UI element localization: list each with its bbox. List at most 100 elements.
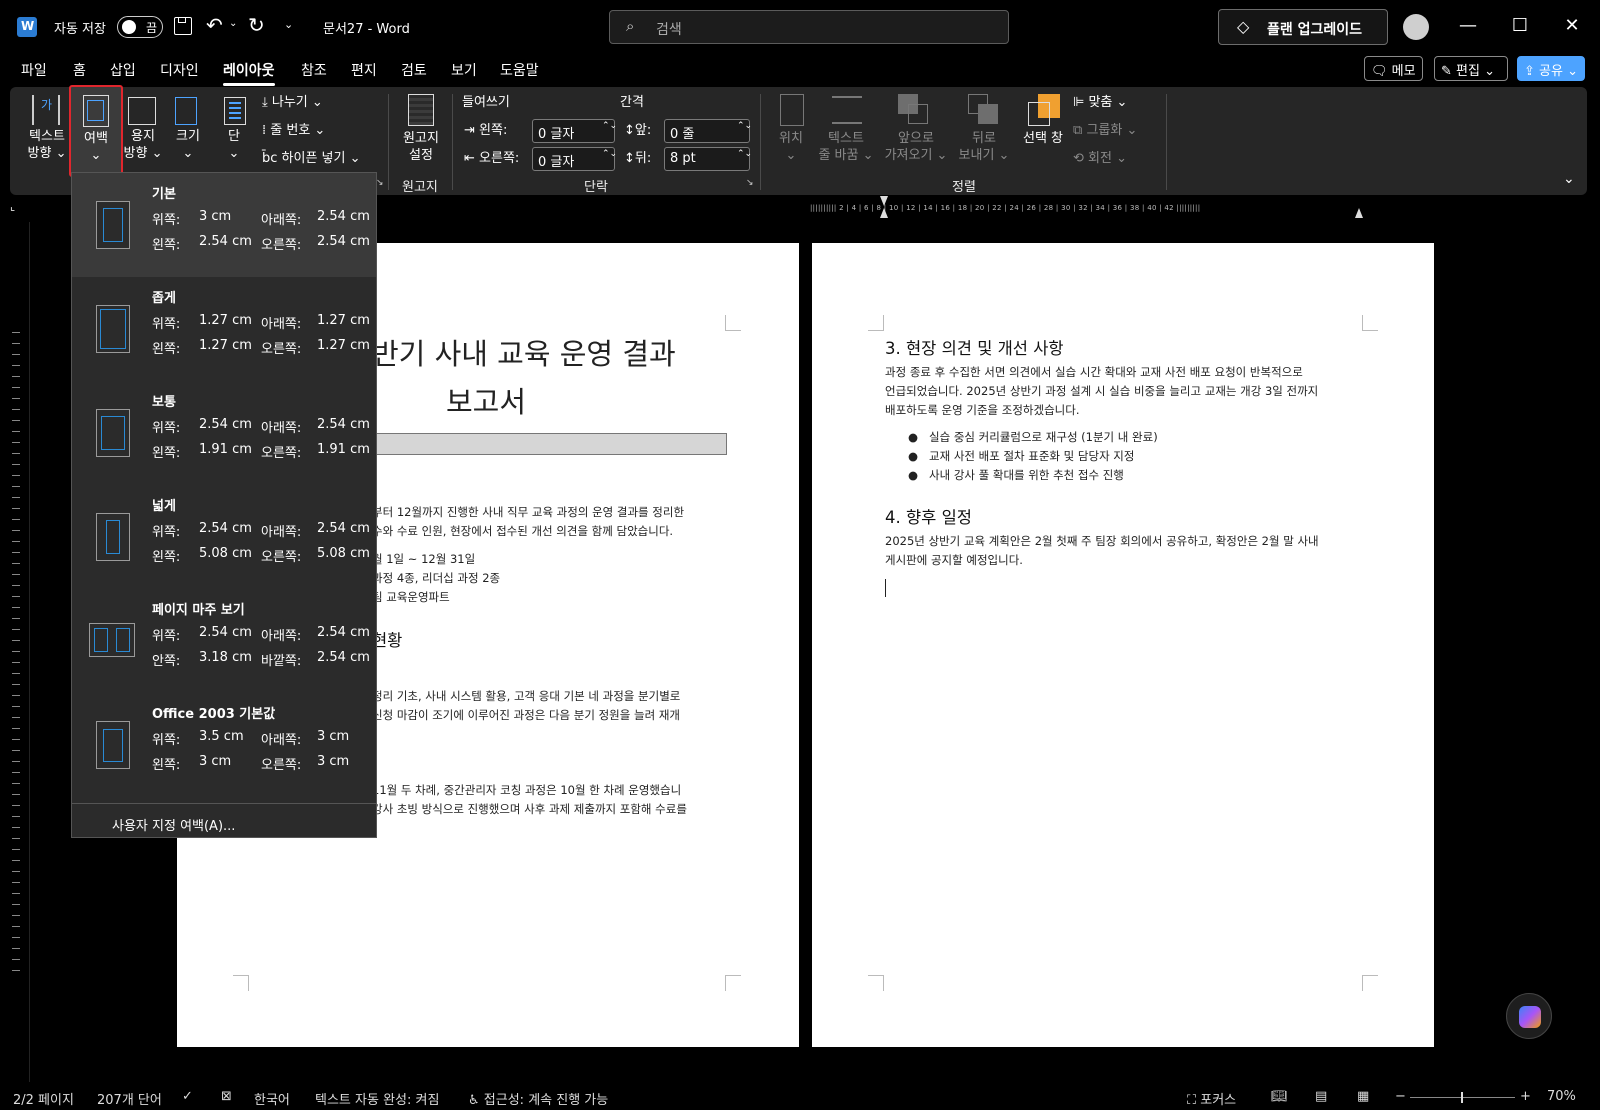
list-item: 과정 4종, 리더십 과정 2종 [372,571,501,585]
send-backward-label-2: 보내기 [958,148,995,163]
margin-preset-office2003[interactable]: Office 2003 기본값 위쪽: 3.5 cm 아래쪽: 3 cm 왼쪽: 3 c… [72,693,376,797]
accessibility-status[interactable]: ♿ 접근성: 계속 진행 가능 [468,1089,608,1108]
breaks-button[interactable]: ⤓ 나누기 ⌄ [262,94,323,111]
undo-icon[interactable]: ↶ [206,13,223,37]
collapse-ribbon-icon[interactable]: ⌄ [1563,171,1575,187]
tab-insert[interactable]: 삽입 [110,60,136,80]
breaks-icon: ⤓ [262,95,268,110]
margin-preview-icon [96,201,130,249]
tab-stop-icon[interactable]: ⌞ [10,200,15,213]
print-layout-icon[interactable]: ▤ [1315,1089,1327,1104]
maximize-icon[interactable]: ☐ [1508,14,1532,38]
title-bar: W 자동 저장 끔 ↶ ⌄ ↻ ⌄ 문서27 - Word ⌕ 검색 ◇ 플랜 … [0,0,1600,56]
selection-pane-button[interactable]: 선택 창 [1018,130,1068,147]
autosave-toggle[interactable]: 끔 [117,16,163,38]
menu-divider [72,803,376,804]
wrap-text-icon [832,96,862,124]
web-layout-icon[interactable]: ▦ [1357,1089,1369,1104]
upgrade-button[interactable]: ◇ 플랜 업그레이드 [1218,9,1388,45]
spacing-after-input[interactable]: 8 pt [664,147,750,171]
paragraph-text: 신청 마감이 조기에 이루어진 과정은 다음 분기 정원을 늘려 재개 [372,708,680,722]
tab-design[interactable]: 디자인 [160,60,199,80]
margin-preview-icon [96,513,130,561]
paragraph-launcher-icon[interactable]: ↘ [746,178,754,188]
zoom-out-icon[interactable]: − [1395,1089,1406,1104]
edit-button[interactable]: ✎ 편집 ⌄ [1434,56,1508,81]
share-button[interactable]: ⇪ 공유 ⌄ [1517,56,1585,81]
close-icon[interactable]: ✕ [1560,14,1584,38]
zoom-thumb[interactable] [1461,1092,1463,1103]
group-objects-button[interactable]: ⧉ 그룹화 ⌄ [1073,122,1137,139]
zoom-in-icon[interactable]: + [1520,1089,1531,1104]
tab-references[interactable]: 참조 [301,60,327,80]
track-changes-icon[interactable]: ⊠ [221,1089,232,1104]
zoom-slider[interactable] [1410,1092,1515,1103]
position-button[interactable]: 위치 ⌄ [770,130,812,164]
margin-preset-mirrored[interactable]: 페이지 마주 보기 위쪽: 2.54 cm 아래쪽: 2.54 cm 안쪽: 3.18 … [72,589,376,693]
read-mode-icon[interactable]: 📖︎ [1271,1089,1288,1104]
rotate-button[interactable]: ⟲ 회전 ⌄ [1073,150,1127,167]
comment-icon: 🗨︎ [1371,64,1388,79]
margin-preview-icon [96,721,130,769]
custom-margins-item[interactable]: 사용자 지정 여백(A)... [112,815,235,834]
margin-preset-name: 좁게 [152,291,176,306]
edit-label: 편집 [1456,64,1480,79]
indent-right-input[interactable]: 0 글자 [532,147,615,171]
language-status[interactable]: 한국어 [254,1089,290,1108]
document-title: 문서27 - Word [323,22,410,37]
indent-left-input[interactable]: 0 글자 [532,119,615,143]
account-avatar[interactable] [1403,14,1429,40]
tab-review[interactable]: 검토 [401,60,427,80]
undo-dropdown-icon[interactable]: ⌄ [229,18,237,29]
margin-preset-moderate[interactable]: 보통 위쪽: 2.54 cm 아래쪽: 2.54 cm 왼쪽: 1.91 cm 오른쪽: 1… [72,381,376,485]
copilot-icon[interactable] [1506,993,1552,1039]
spacing-before-input[interactable]: 0 줄 [664,119,750,143]
memo-button[interactable]: 🗨︎ 메모 [1364,56,1423,81]
tab-layout[interactable]: 레이아웃 [223,60,275,86]
columns-button[interactable]: 단 ⌄ [218,128,250,162]
autocomplete-status[interactable]: 텍스트 자동 완성: 켜짐 [315,1089,439,1108]
focus-button[interactable]: ⛶ 포커스 [1187,1089,1236,1108]
paragraph-text: 강사 초빙 방식으로 진행했으며 사후 과제 제출까지 포함해 수료를 [372,802,687,816]
breaks-label: 나누기 [271,95,308,110]
text-direction-button[interactable]: 텍스트 방향 ⌄ [22,128,72,162]
send-backward-button[interactable]: 뒤로 보내기 ⌄ [954,130,1014,164]
crop-mark [725,315,741,331]
title-underline-bar [372,433,727,455]
orientation-button[interactable]: 용지 방향 ⌄ [120,128,166,162]
margin-preset-narrow[interactable]: 좁게 위쪽: 1.27 cm 아래쪽: 1.27 cm 왼쪽: 1.27 cm 오른쪽: 1… [72,277,376,381]
save-icon[interactable] [174,17,192,35]
redo-icon[interactable]: ↻ [248,13,265,37]
word-count[interactable]: 207개 단어 [97,1089,162,1108]
line-numbers-button[interactable]: ⁞ 줄 번호 ⌄ [262,122,325,139]
hyphenation-button[interactable]: b̄c 하이픈 넣기 ⌄ [262,150,361,167]
bring-forward-button[interactable]: 앞으로 가져오기 ⌄ [880,130,952,164]
document-page-2[interactable]: 3. 현장 의견 및 개선 사항 과정 종료 후 수집한 서면 의견에서 실습 … [812,243,1434,1047]
zoom-level[interactable]: 70% [1547,1089,1576,1104]
align-button[interactable]: ⊫ 맞춤 ⌄ [1073,94,1127,111]
page-count[interactable]: 2/2 페이지 [13,1089,74,1108]
size-icon [175,97,197,125]
customize-toolbar-icon[interactable]: ⌄ [284,18,293,31]
search-box[interactable]: ⌕ 검색 [609,10,1009,44]
minimize-icon[interactable]: — [1456,14,1480,38]
tab-home[interactable]: 홈 [73,60,86,80]
position-icon [780,94,804,126]
tab-help[interactable]: 도움말 [500,60,539,80]
crop-mark [1362,975,1378,991]
margins-button[interactable]: 여백 ⌄ [69,85,123,177]
tab-view[interactable]: 보기 [451,60,477,80]
ribbon-tabs: 파일 홈 삽입 디자인 레이아웃 참조 편지 검토 보기 도움말 [0,56,1600,86]
tab-file[interactable]: 파일 [21,60,47,80]
margin-preset-wide[interactable]: 넓게 위쪽: 2.54 cm 아래쪽: 2.54 cm 왼쪽: 5.08 cm 오른쪽: 5… [72,485,376,589]
tab-mailings[interactable]: 편지 [351,60,377,80]
size-button[interactable]: 크기 ⌄ [170,128,206,162]
crop-mark [1362,315,1378,331]
margin-preset-normal[interactable]: 기본 위쪽: 3 cm 아래쪽: 2.54 cm 왼쪽: 2.54 cm 오른쪽: 2.54… [72,173,376,277]
proofing-icon[interactable]: ✓ [182,1089,193,1104]
manuscript-button[interactable]: 원고지 설정 [398,130,444,164]
autosave-state: 끔 [145,21,157,35]
manuscript-icon [408,94,434,126]
page-setup-launcher-icon[interactable]: ↘ [376,178,384,188]
wrap-text-button[interactable]: 텍스트 줄 바꿈 ⌄ [814,130,878,164]
